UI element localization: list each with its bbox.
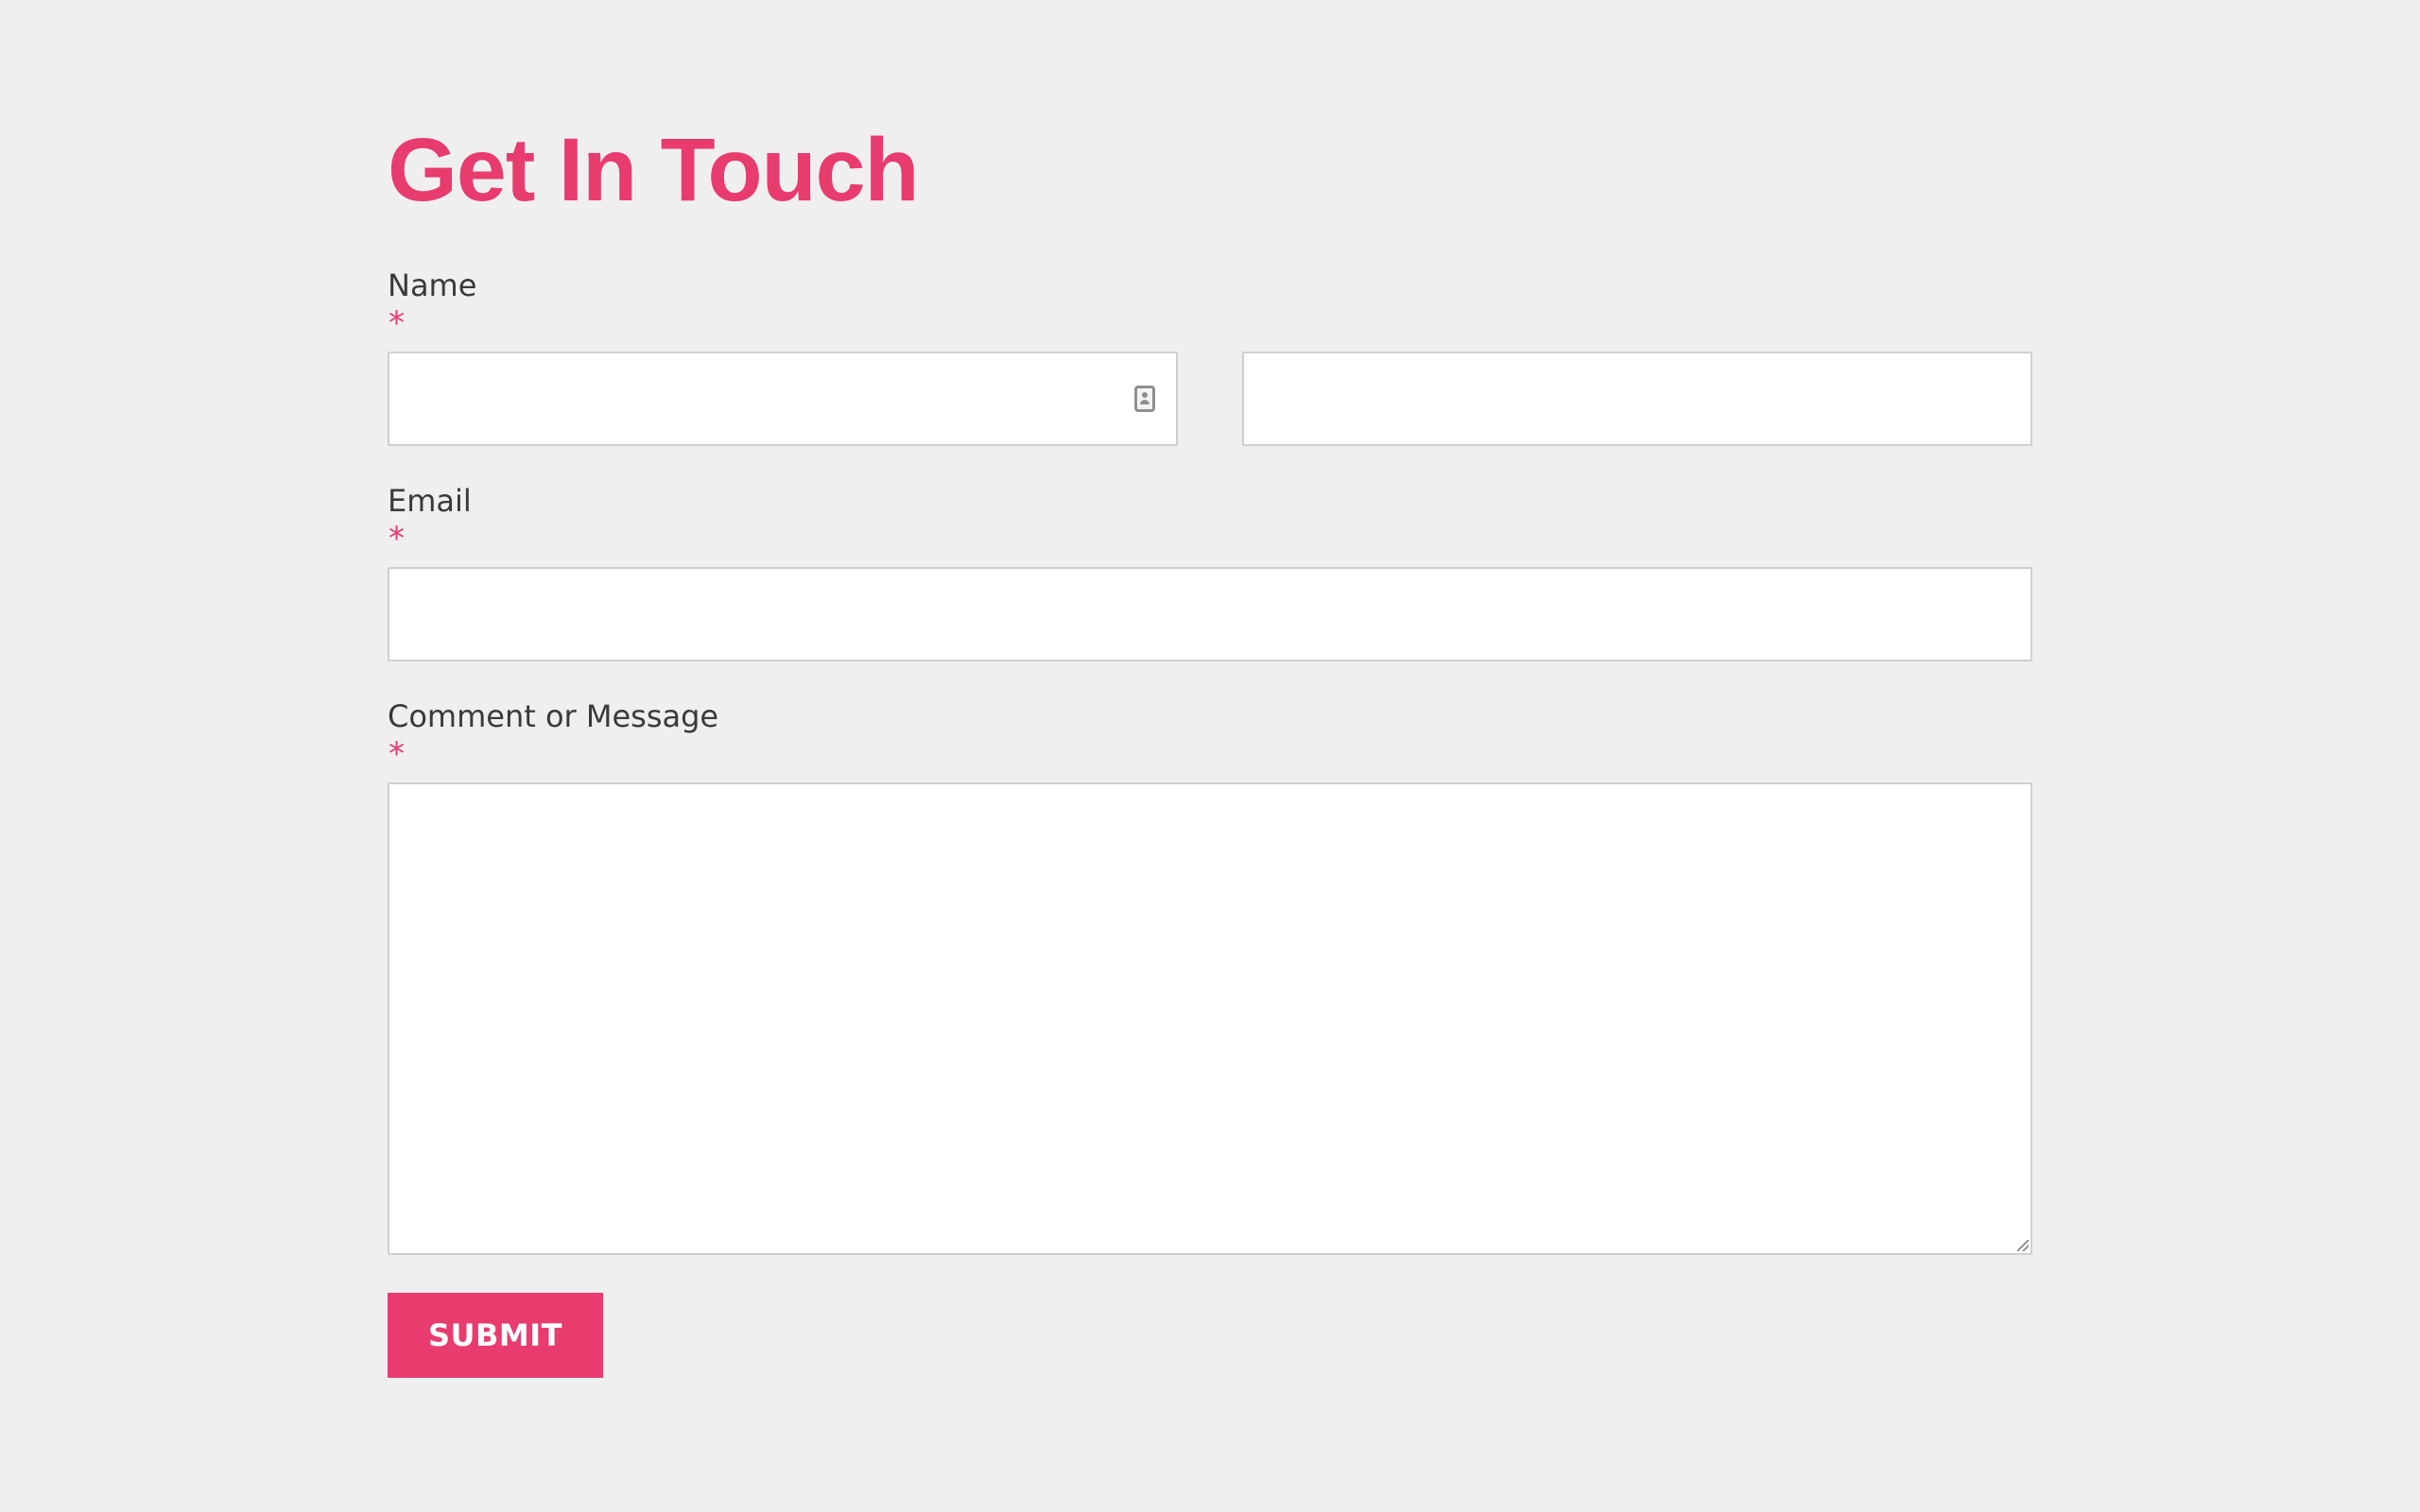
resize-grip-icon[interactable] [2017,1240,2029,1251]
contact-card-icon[interactable] [1134,386,1155,412]
page-title: Get In Touch [388,120,919,220]
email-label: Email [388,483,472,519]
last-name-input[interactable] [1242,352,2032,446]
name-required-marker: * [389,304,405,342]
message-label: Comment or Message [388,698,719,734]
message-textarea[interactable] [388,782,2032,1255]
first-name-input[interactable] [388,352,1178,446]
email-required-marker: * [389,520,405,558]
email-input[interactable] [388,567,2032,662]
name-label: Name [388,267,477,303]
contact-form: Get In Touch Name * Email * Comment or M… [388,113,2032,1378]
message-required-marker: * [389,735,405,773]
contact-page: Get In Touch Name * Email * Comment or M… [0,0,2420,1512]
submit-button[interactable]: SUBMIT [388,1293,603,1378]
